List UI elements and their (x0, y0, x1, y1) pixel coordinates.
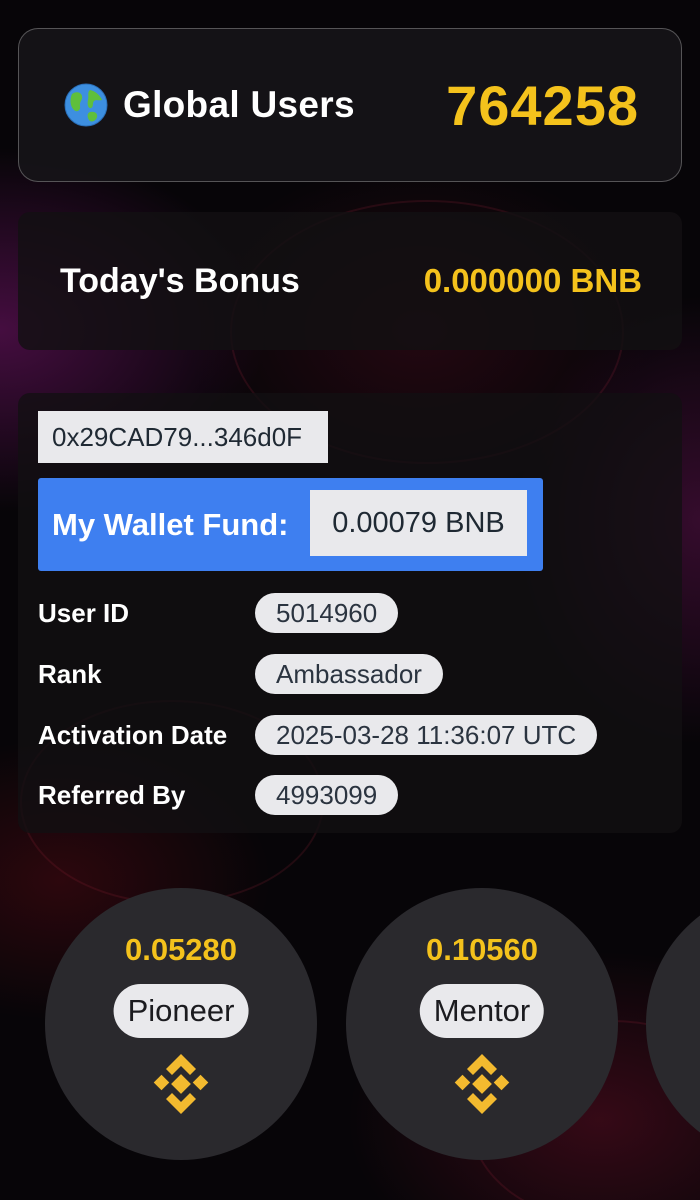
level-name: Pioneer (113, 984, 249, 1038)
activation-date-label: Activation Date (38, 719, 228, 750)
rank-value: Ambassador (255, 654, 443, 694)
bnb-icon (153, 1054, 209, 1114)
info-row-activation-date: Activation Date 2025-03-28 11:36:07 UTC (38, 715, 658, 755)
global-users-label: Global Users (123, 84, 355, 125)
referred-by-label: Referred By (38, 779, 186, 810)
bnb-icon (454, 1054, 510, 1114)
wallet-fund-bar: My Wallet Fund: 0.00079 BNB (38, 478, 543, 571)
global-users-card: Global Users 764258 (18, 28, 682, 182)
info-row-user-id: User ID 5014960 (38, 593, 658, 633)
globe-icon (64, 83, 108, 127)
todays-bonus-label: Today's Bonus (60, 261, 300, 300)
level-amount: 0.05280 (124, 932, 238, 967)
user-id-label: User ID (38, 597, 130, 628)
wallet-fund-value: 0.00079 BNB (310, 490, 527, 556)
global-users-count: 764258 (446, 73, 639, 137)
level-amount: 0.10560 (425, 932, 539, 967)
account-info-card: 0x29CAD79...346d0F My Wallet Fund: 0.000… (18, 393, 682, 833)
referred-by-value: 4993099 (255, 775, 399, 815)
activation-date-value: 2025-03-28 11:36:07 UTC (255, 715, 598, 755)
level-name: Mentor (419, 984, 545, 1038)
dashboard-page: Global Users 764258 Today's Bonus 0.0000… (0, 0, 700, 1200)
todays-bonus-value: 0.000000 BNB (423, 262, 642, 299)
global-users-heading: Global Users (63, 82, 355, 128)
info-row-referred-by: Referred By 4993099 (38, 775, 658, 815)
level-card-mentor[interactable]: 0.10560 Mentor (346, 888, 618, 1160)
wallet-address[interactable]: 0x29CAD79...346d0F (38, 411, 328, 463)
todays-bonus-card: Today's Bonus 0.000000 BNB (18, 212, 682, 350)
level-card-pioneer[interactable]: 0.05280 Pioneer (45, 888, 317, 1160)
wallet-fund-label: My Wallet Fund: (52, 506, 289, 542)
info-row-rank: Rank Ambassador (38, 654, 658, 694)
rank-label: Rank (38, 658, 102, 689)
user-id-value: 5014960 (255, 593, 399, 633)
